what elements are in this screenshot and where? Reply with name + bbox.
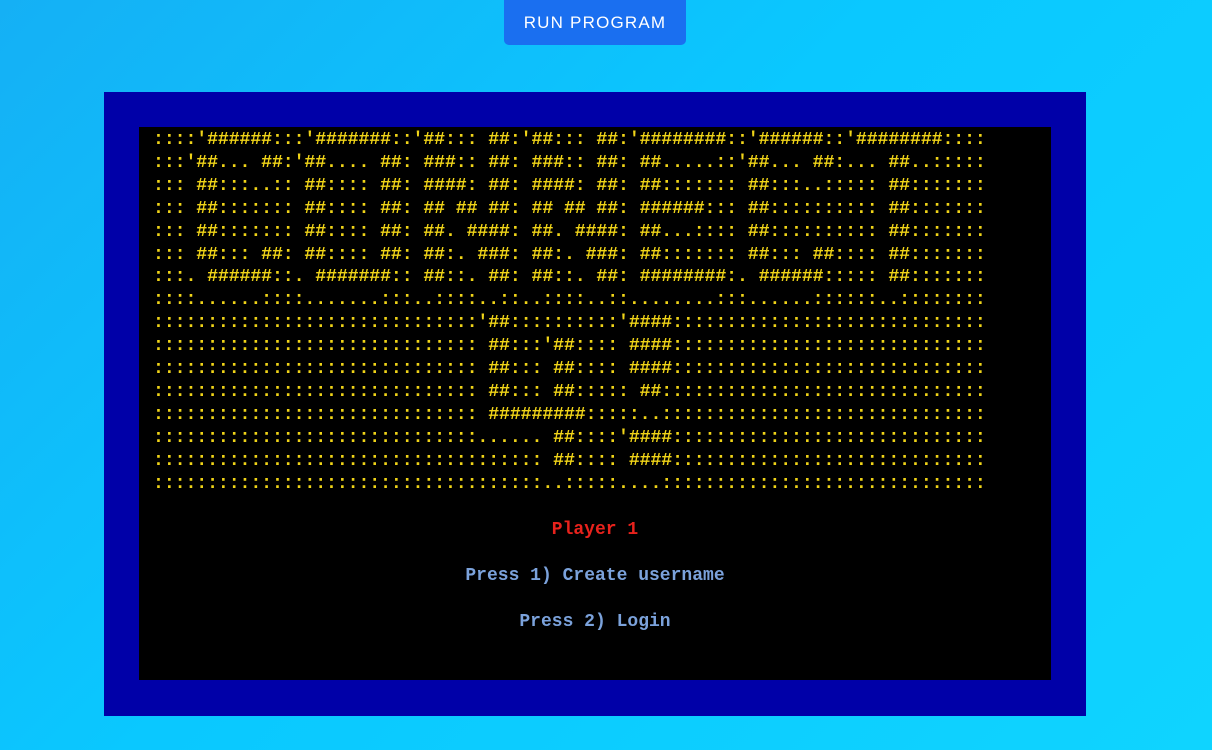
menu-option-create-username: Press 1) Create username — [465, 566, 725, 586]
run-program-button[interactable]: RUN PROGRAM — [504, 0, 686, 45]
terminal-frame: ::::'######:::'#######::'##::: ##:'##:::… — [104, 92, 1086, 716]
connect-4-ascii-title: ::::'######:::'#######::'##::: ##:'##:::… — [153, 130, 986, 494]
menu-option-login: Press 2) Login — [519, 612, 671, 632]
player-label: Player 1 — [551, 520, 639, 540]
terminal-screen[interactable]: ::::'######:::'#######::'##::: ##:'##:::… — [139, 127, 1051, 680]
